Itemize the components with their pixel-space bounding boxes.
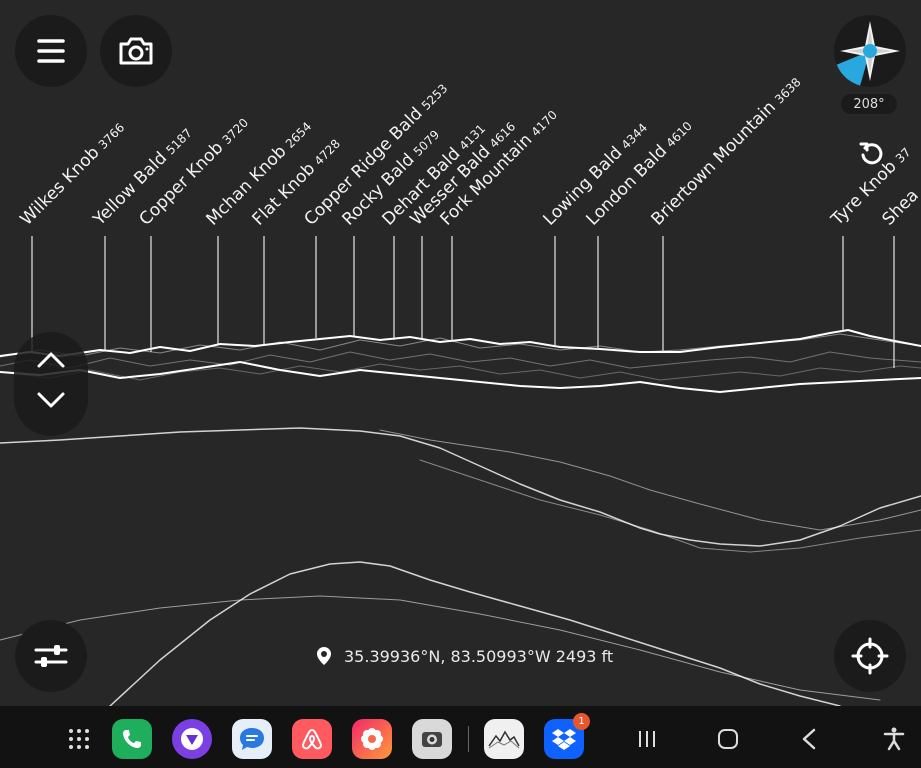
coordinates-text: 35.39936°N, 83.50993°W 2493 ft [344, 646, 614, 666]
airbnb-app[interactable] [292, 719, 332, 759]
home-button[interactable] [711, 722, 745, 756]
compass-icon [836, 21, 900, 86]
app-drawer-button[interactable] [62, 722, 96, 756]
location-pin-icon [317, 647, 331, 665]
messages-app[interactable] [232, 719, 272, 759]
phone-icon [123, 730, 141, 748]
pitch-control [14, 332, 88, 436]
recent-apps-button[interactable] [630, 722, 664, 756]
back-button[interactable] [792, 722, 826, 756]
compass-button[interactable] [834, 15, 906, 87]
notification-badge: 1 [573, 713, 590, 730]
camera-app[interactable] [412, 719, 452, 759]
chat-bubble-icon [240, 728, 264, 750]
dropbox-app[interactable]: 1 [544, 713, 590, 759]
accessibility-button[interactable] [877, 722, 911, 756]
heading-readout: 208° [841, 94, 897, 114]
reset-rotation-button[interactable] [852, 136, 890, 170]
peakvisor-app[interactable] [484, 719, 524, 759]
flower-icon [361, 728, 383, 750]
proton-vpn-app[interactable] [172, 719, 212, 759]
tilt-down-button[interactable] [36, 390, 66, 414]
mountain-icon [488, 730, 520, 749]
taskbar-divider [468, 726, 469, 752]
camera-icon [119, 37, 153, 65]
location-readout: 35.39936°N, 83.50993°W 2493 ft [316, 644, 613, 668]
home-icon [718, 729, 738, 749]
shield-icon [181, 728, 203, 750]
gallery-app[interactable] [352, 719, 392, 759]
camera-lens-icon [422, 732, 442, 747]
phone-app[interactable] [112, 719, 152, 759]
chevron-up-icon [37, 352, 65, 368]
rotate-icon [859, 142, 883, 165]
sliders-icon [34, 645, 68, 667]
accessibility-icon [883, 727, 905, 751]
back-arrow-icon [802, 728, 816, 750]
menu-button[interactable] [15, 15, 87, 87]
settings-button[interactable] [15, 620, 87, 692]
dropbox-icon [552, 729, 576, 750]
airbnb-icon [301, 728, 323, 750]
taskbar: 1 [0, 706, 921, 768]
hamburger-icon [37, 39, 65, 63]
recents-icon [639, 731, 655, 747]
camera-button[interactable] [100, 15, 172, 87]
grid-dots-icon [69, 729, 89, 749]
crosshair-icon [851, 637, 889, 675]
locate-button[interactable] [834, 620, 906, 692]
tilt-up-button[interactable] [36, 350, 66, 374]
chevron-down-icon [37, 392, 65, 408]
